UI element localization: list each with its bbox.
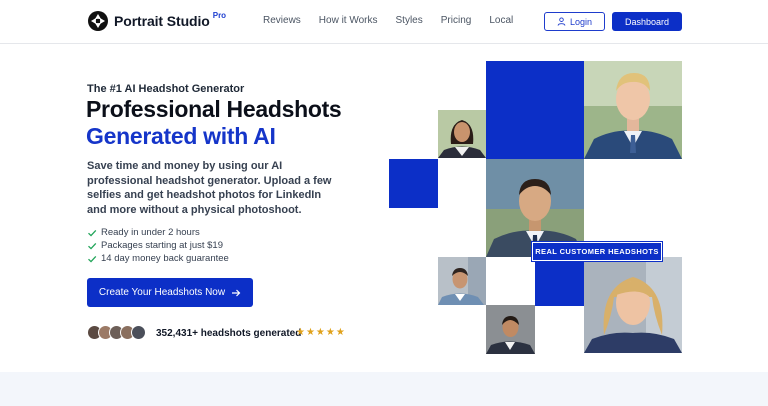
feature-item: Packages starting at just $19 [87, 239, 229, 252]
brand-logo[interactable]: Portrait Studio Pro [88, 11, 226, 31]
aperture-icon [88, 11, 108, 31]
nav-link-pricing[interactable]: Pricing [441, 15, 472, 27]
top-navbar: Portrait Studio Pro Reviews How it Works… [0, 0, 768, 44]
login-button[interactable]: Login [544, 12, 605, 31]
customer-avatars [87, 325, 146, 340]
check-icon [88, 242, 97, 250]
login-label: Login [569, 16, 593, 27]
nav-link-local[interactable]: Local [489, 15, 513, 27]
avatar [131, 325, 146, 340]
real-customer-badge: REAL CUSTOMER HEADSHOTS [531, 241, 663, 262]
create-headshots-button[interactable]: Create Your Headshots Now [87, 278, 253, 307]
pro-badge: Pro [212, 10, 227, 20]
accent-block [535, 257, 584, 306]
check-icon [88, 255, 97, 263]
dashboard-label: Dashboard [624, 16, 670, 27]
hero-title-line2: Generated with AI [86, 123, 276, 149]
feature-item: 14 day money back guarantee [87, 252, 229, 265]
hero-description: Save time and money by using our AI prof… [87, 160, 332, 217]
user-icon [557, 17, 566, 26]
nav-link-how-it-works[interactable]: How it Works [319, 15, 378, 27]
feature-list: Ready in under 2 hours Packages starting… [87, 226, 229, 265]
check-icon [88, 229, 97, 237]
headshot-photo [438, 257, 486, 305]
accent-block [389, 159, 438, 208]
brand-name: Portrait Studio [114, 13, 210, 29]
nav-link-reviews[interactable]: Reviews [263, 15, 301, 27]
main-nav: Reviews How it Works Styles Pricing Loca… [263, 15, 531, 27]
headshot-photo [584, 61, 682, 159]
headshots-count: 352,431+ headshots generated [156, 328, 302, 339]
next-section-band [0, 372, 768, 406]
feature-item: Ready in under 2 hours [87, 226, 229, 239]
accent-block [486, 61, 584, 159]
headshot-photo [486, 305, 535, 354]
cta-label: Create Your Headshots Now [98, 287, 226, 298]
hero-eyebrow: The #1 AI Headshot Generator [87, 83, 245, 95]
headshot-photo [438, 110, 486, 158]
headshot-photo [584, 257, 682, 353]
hero-title-line1: Professional Headshots [86, 96, 342, 122]
dashboard-button[interactable]: Dashboard [612, 12, 682, 31]
feature-text: Ready in under 2 hours [101, 227, 200, 238]
arrow-right-icon [232, 289, 241, 296]
nav-link-styles[interactable]: Styles [396, 15, 423, 27]
feature-text: 14 day money back guarantee [101, 253, 229, 264]
feature-text: Packages starting at just $19 [101, 240, 223, 251]
star-rating: ★★★★★ [296, 327, 346, 338]
